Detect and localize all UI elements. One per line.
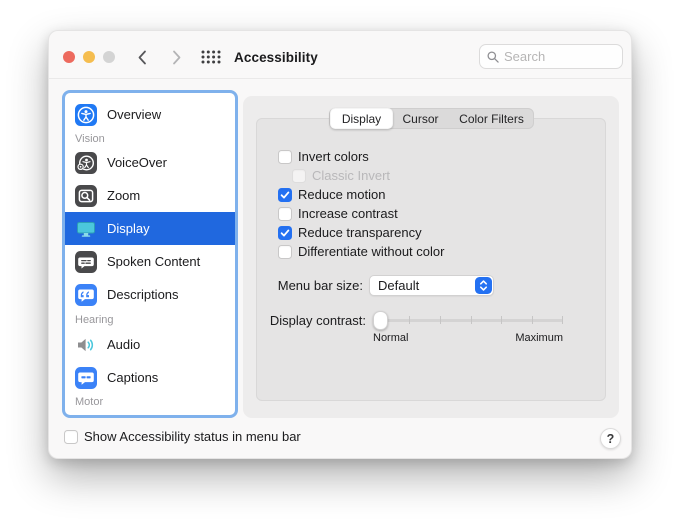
- accessibility-sidebar: Overview Vision VoiceOver Zoom Display S…: [62, 90, 238, 418]
- accessibility-preferences-window: Accessibility Overview Vision VoiceOver: [48, 30, 632, 459]
- sidebar-item-audio[interactable]: Audio: [65, 328, 235, 361]
- tab-cursor[interactable]: Cursor: [393, 109, 448, 128]
- sidebar-section-hearing: Hearing: [75, 313, 114, 326]
- checkbox-icon: [64, 430, 78, 444]
- sidebar-item-label: Captions: [107, 370, 159, 385]
- voiceover-icon: [75, 151, 97, 174]
- checkbox-differentiate-without-color[interactable]: Differentiate without color: [278, 245, 444, 259]
- captions-icon: [75, 366, 97, 389]
- slider-handle[interactable]: [373, 311, 388, 330]
- slider-min-label: Normal: [373, 332, 409, 344]
- sidebar-item-label: Overview: [107, 107, 162, 122]
- display-tabs: Display Cursor Color Filters: [329, 108, 534, 129]
- sidebar-item-zoom[interactable]: Zoom: [65, 179, 235, 212]
- checkbox-icon: [278, 150, 292, 164]
- sidebar-item-overview[interactable]: Overview: [65, 98, 235, 131]
- sidebar-item-label: Zoom: [107, 188, 141, 203]
- sidebar-item-label: Audio: [107, 337, 141, 352]
- zoom-feature-icon: [75, 184, 97, 207]
- search-icon: [487, 50, 499, 63]
- dropdown-stepper-icon: [474, 277, 492, 294]
- sidebar-section-motor: Motor: [75, 395, 104, 408]
- checkbox-reduce-transparency[interactable]: Reduce transparency: [278, 226, 422, 240]
- sidebar-item-label: Descriptions: [107, 287, 179, 302]
- checkmark-icon: [278, 226, 292, 240]
- checkbox-reduce-motion[interactable]: Reduce motion: [278, 188, 385, 202]
- menu-bar-size-dropdown[interactable]: Default: [369, 275, 494, 296]
- sidebar-item-display[interactable]: Display: [65, 212, 235, 245]
- sidebar-section-vision: Vision: [75, 132, 105, 145]
- display-settings-panel: Display Cursor Color Filters Invert colo…: [243, 96, 619, 418]
- spoken-content-icon: [75, 250, 97, 273]
- checkbox-increase-contrast[interactable]: Increase contrast: [278, 207, 398, 221]
- sidebar-item-captions[interactable]: Captions: [65, 361, 235, 394]
- sidebar-item-descriptions[interactable]: Descriptions: [65, 278, 235, 311]
- titlebar: Accessibility: [49, 31, 631, 79]
- tab-color-filters[interactable]: Color Filters: [448, 109, 535, 128]
- display-contrast-label: Display contrast:: [269, 313, 366, 328]
- checkbox-show-accessibility-status[interactable]: Show Accessibility status in menu bar: [64, 430, 301, 444]
- display-contrast-slider[interactable]: [373, 310, 563, 330]
- minimize-window-icon[interactable]: [83, 51, 95, 63]
- sidebar-item-spoken-content[interactable]: Spoken Content: [65, 245, 235, 278]
- desktop-background: Accessibility Overview Vision VoiceOver: [0, 0, 680, 525]
- search-input[interactable]: [504, 49, 615, 64]
- slider-max-label: Maximum: [515, 332, 563, 344]
- page-title: Accessibility: [234, 50, 318, 65]
- search-field[interactable]: [479, 44, 623, 69]
- zoom-window-icon: [103, 51, 115, 63]
- checkbox-icon: [292, 169, 306, 183]
- audio-icon: [75, 334, 97, 356]
- checkbox-icon: [278, 207, 292, 221]
- slider-track[interactable]: [373, 319, 563, 322]
- dropdown-value: Default: [378, 278, 420, 293]
- display-icon: [75, 218, 97, 240]
- sidebar-item-label: Display: [107, 221, 150, 236]
- checkmark-icon: [278, 188, 292, 202]
- checkbox-invert-colors[interactable]: Invert colors: [278, 150, 369, 164]
- checkbox-classic-invert: Classic Invert: [292, 169, 390, 183]
- sidebar-item-label: VoiceOver: [107, 155, 167, 170]
- checkbox-icon: [278, 245, 292, 259]
- app-grid-icon[interactable]: [201, 50, 221, 64]
- descriptions-icon: [75, 283, 97, 306]
- close-window-icon[interactable]: [63, 51, 75, 63]
- back-chevron-icon[interactable]: [133, 48, 151, 66]
- menu-bar-size-label: Menu bar size:: [277, 278, 363, 293]
- sidebar-item-label: Spoken Content: [107, 254, 201, 269]
- help-button[interactable]: ?: [600, 428, 621, 449]
- question-mark-icon: ?: [606, 431, 615, 446]
- tab-display[interactable]: Display: [330, 108, 393, 129]
- forward-chevron-icon[interactable]: [167, 48, 185, 66]
- accessibility-overview-icon: [75, 103, 97, 126]
- sidebar-item-voiceover[interactable]: VoiceOver: [65, 146, 235, 179]
